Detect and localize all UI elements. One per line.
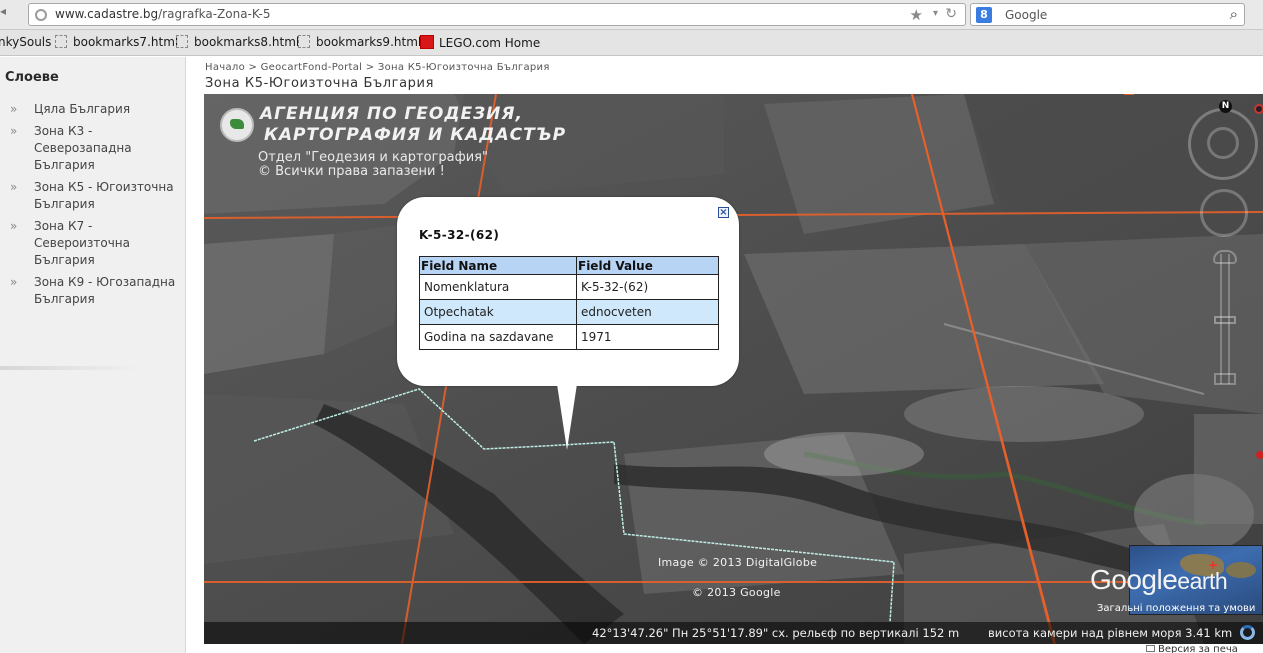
overview-land (1226, 562, 1256, 578)
bookmark-item[interactable]: LEGO.com Home (420, 35, 540, 50)
sidebar-item-label: Цяла България (34, 102, 131, 116)
column-header: Field Value (576, 256, 719, 275)
table-row: Otpechatak ednocveten (419, 299, 719, 325)
table-row: Nomenklatura K-5-32-(62) (419, 274, 719, 300)
attributes-table: Field Name Field Value Nomenklatura K-5-… (419, 256, 719, 350)
double-chevron-right-icon: » (10, 180, 18, 194)
sidebar-title: Слоеве (5, 70, 59, 85)
field-name-cell: Nomenklatura (419, 274, 577, 300)
google-earth-map[interactable]: АГЕНЦИЯ ПО ГЕОДЕЗИЯ, КАРТОГРАФИЯ И КАДАСТ… (204, 94, 1263, 644)
look-joystick[interactable] (1200, 189, 1248, 237)
balloon-tail (557, 384, 577, 450)
page-icon (55, 35, 67, 48)
status-altitude: висота камери над рівнем моря 3.41 km (988, 626, 1233, 640)
agency-department: Отдел "Геодезия и картография" (258, 150, 488, 165)
bookmark-item[interactable]: bookmarks8.html (176, 35, 299, 49)
agency-logo-icon (220, 108, 254, 142)
bookmark-label: bookmarks7.html (73, 35, 179, 49)
search-icon[interactable]: ⌕ (1230, 5, 1238, 23)
bookmark-item[interactable]: nkySouls (0, 35, 51, 49)
bookmark-item[interactable]: bookmarks7.html (55, 35, 178, 49)
url-host: www.cadastre.bg (55, 7, 159, 21)
imagery-copyright: Image © 2013 DigitalGlobe (658, 556, 818, 569)
address-bar[interactable]: www.cadastre.bg/ragrafka-Zona-K-5 ★ ▾ ↻ (28, 3, 966, 26)
brand-google: Google (1090, 564, 1178, 595)
agency-name: АГЕНЦИЯ ПО ГЕОДЕЗИЯ, КАРТОГРАФИЯ И КАДАСТ… (260, 104, 566, 146)
printer-icon (1146, 645, 1155, 652)
reload-icon[interactable]: ↻ (945, 6, 957, 22)
chevron-down-icon[interactable]: ▾ (933, 8, 938, 19)
url-path: /ragrafka-Zona-K-5 (158, 7, 271, 21)
bookmark-label: bookmarks9.html (316, 35, 422, 49)
google-earth-logo: Googleearth (1090, 564, 1228, 596)
sidebar-item-label: Зона К9 - Югозападна България (34, 275, 176, 306)
zoom-slider-knob[interactable] (1214, 316, 1236, 324)
page-title: Зона К5-Югоизточна България (205, 76, 434, 91)
browser-window: ◂ www.cadastre.bg/ragrafka-Zona-K-5 ★ ▾ … (0, 0, 1263, 653)
print-version-link[interactable]: Версия за печа (1146, 644, 1238, 653)
agency-name-line2: КАРТОГРАФИЯ И КАДАСТЪР (264, 125, 567, 145)
column-header: Field Name (419, 256, 577, 275)
lego-icon (420, 35, 434, 49)
nav-reset-dot[interactable] (1254, 104, 1263, 114)
compass-ring[interactable] (1188, 108, 1258, 180)
field-value-cell: ednocveten (576, 299, 719, 325)
sidebar-item-zone-k7[interactable]: » Зона К7 - Североизточна България (10, 218, 180, 269)
agency-name-line1: АГЕНЦИЯ ПО ГЕОДЕЗИЯ, (260, 104, 523, 124)
field-name-cell: Otpechatak (419, 299, 577, 325)
edge-marker (1256, 451, 1263, 459)
balloon-title: K-5-32-(62) (419, 228, 500, 242)
layers-sidebar: Слоеве » Цяла България » Зона К3 - Североз… (0, 57, 186, 653)
address-url[interactable]: www.cadastre.bg/ragrafka-Zona-K-5 (55, 7, 270, 21)
table-row: Godina na sazdavane 1971 (419, 324, 719, 350)
sidebar-item-all-bulgaria[interactable]: » Цяла България (10, 101, 180, 118)
google-copyright: © 2013 Google (692, 586, 781, 599)
agency-rights: © Всички права запазени ! (258, 164, 445, 179)
bookmark-item[interactable]: bookmarks9.html (298, 35, 421, 49)
bookmark-label: LEGO.com Home (439, 36, 541, 50)
layer-list: » Цяла България » Зона К3 - Северозападна … (10, 101, 180, 313)
street-view-pegman-icon[interactable] (1213, 250, 1237, 264)
north-indicator[interactable]: N (1219, 100, 1232, 113)
browser-toolbar: ◂ www.cadastre.bg/ragrafka-Zona-K-5 ★ ▾ … (0, 0, 1263, 30)
double-chevron-right-icon: » (10, 219, 18, 233)
page-footer-strip (186, 644, 1263, 653)
sidebar-item-zone-k9[interactable]: » Зона К9 - Югозападна България (10, 274, 180, 308)
double-chevron-right-icon: » (10, 275, 18, 289)
sidebar-item-zone-k5[interactable]: » Зона К5 - Югоизточна България (10, 179, 180, 213)
breadcrumb[interactable]: Начало > GeocartFond-Portal > Зона К5-Юг… (205, 62, 550, 73)
sidebar-item-zone-k3[interactable]: » Зона К3 - Северозападна България (10, 123, 180, 174)
double-chevron-right-icon: » (10, 102, 18, 116)
loading-progress-icon (1240, 625, 1255, 640)
bookmark-label: nkySouls (0, 35, 52, 49)
search-input[interactable]: Google (1005, 8, 1047, 22)
bookmark-star-icon[interactable]: ★ (910, 6, 923, 24)
double-chevron-right-icon: » (10, 124, 18, 138)
terms-link[interactable]: Загальні положення та умови (1097, 603, 1255, 614)
page-icon (298, 35, 310, 48)
status-coordinates: 42°13'47.26" Пн 25°51'17.89" сх. рельєф … (592, 626, 960, 640)
sidebar-item-label: Зона К7 - Североизточна България (34, 219, 130, 267)
search-box[interactable]: 8 Google ⌕ (970, 3, 1245, 26)
compass-inner[interactable] (1207, 127, 1239, 159)
close-icon[interactable]: × (718, 207, 729, 218)
field-value-cell: 1971 (576, 324, 719, 350)
sidebar-item-label: Зона К5 - Югоизточна България (34, 180, 174, 211)
globe-icon (35, 9, 47, 21)
bookmarks-bar: nkySouls bookmarks7.html bookmarks8.html… (0, 30, 1263, 56)
brand-earth: earth (1177, 568, 1228, 594)
sidebar-item-label: Зона К3 - Северозападна България (34, 124, 132, 172)
google-engine-icon[interactable]: 8 (976, 7, 992, 23)
bookmark-label: bookmarks8.html (194, 35, 300, 49)
back-button[interactable]: ◂ (0, 4, 20, 26)
field-name-cell: Godina na sazdavane (419, 324, 577, 350)
field-value-cell: K-5-32-(62) (576, 274, 719, 300)
sidebar-divider (0, 366, 140, 370)
zoom-out-button[interactable] (1214, 373, 1236, 385)
table-header-row: Field Name Field Value (419, 256, 719, 275)
page-icon (176, 35, 188, 48)
print-version-label: Версия за печа (1158, 644, 1238, 653)
status-bar: 42°13'47.26" Пн 25°51'17.89" сх. рельєф … (204, 622, 1263, 644)
